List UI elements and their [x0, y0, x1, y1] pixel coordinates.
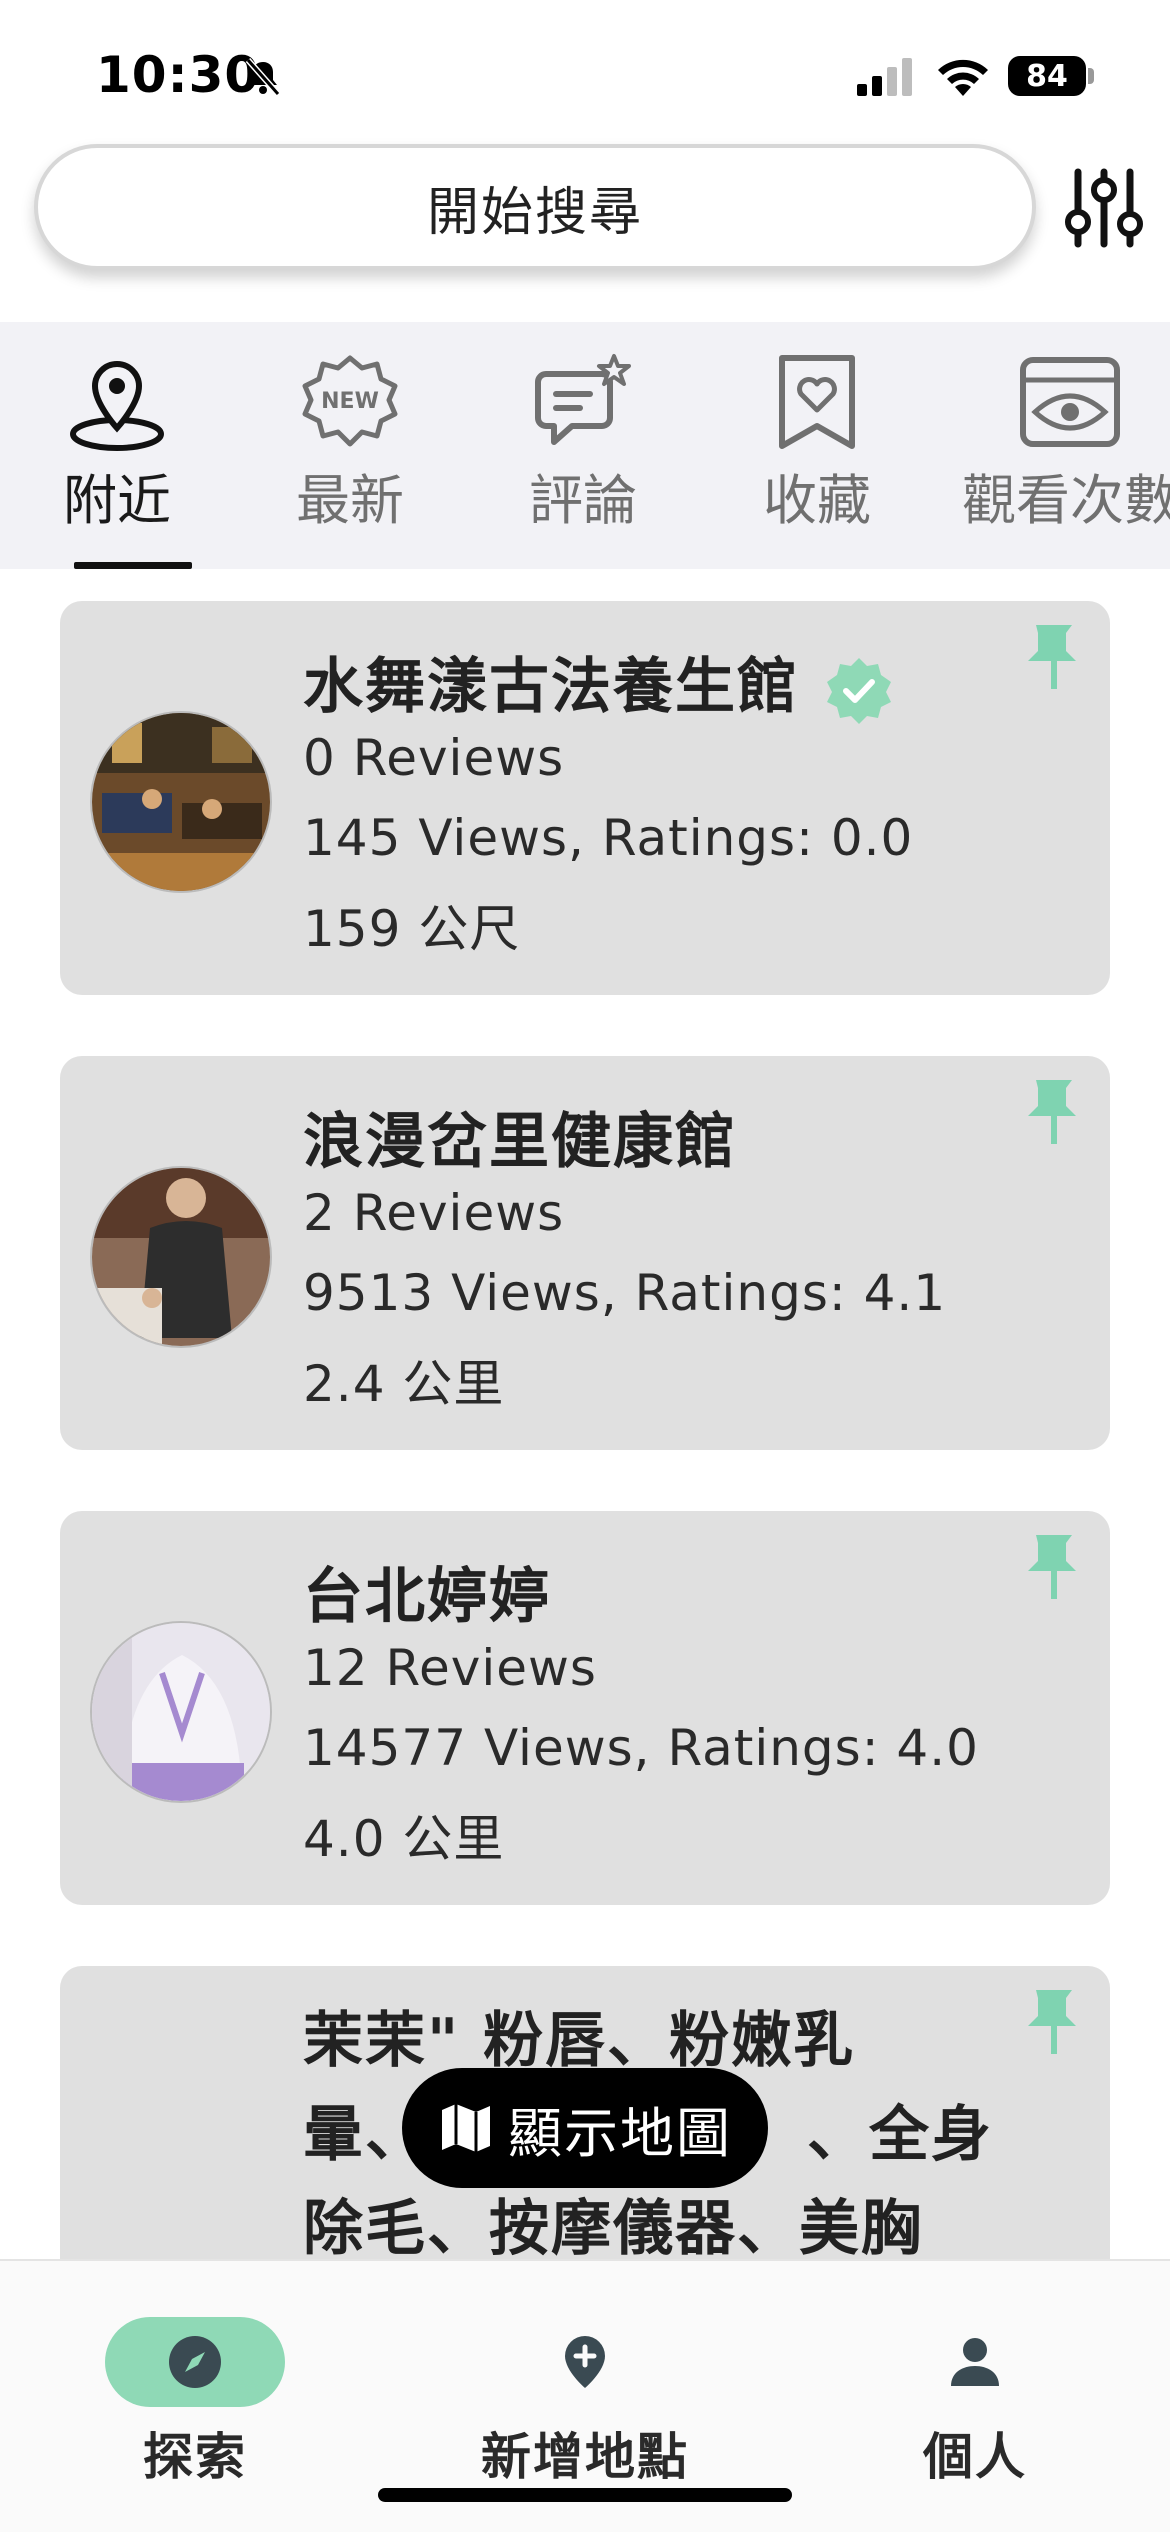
view-rating-stats: 9513 Views, Ratings: 4.1: [303, 1264, 947, 1322]
compass-icon: [169, 2336, 221, 2388]
map-icon: [442, 2104, 490, 2152]
place-avatar: [90, 711, 272, 893]
place-card[interactable]: 水舞漾古法養生館 0 Reviews 145 Views, Ratings: 0…: [60, 601, 1110, 995]
place-photo: [92, 713, 270, 891]
place-avatar: [90, 1621, 272, 1803]
view-rating-stats: 14577 Views, Ratings: 4.0: [303, 1719, 979, 1777]
nav-profile[interactable]: 個人: [825, 2317, 1125, 2489]
pin-icon[interactable]: [1028, 1986, 1080, 2056]
filter-button[interactable]: [1064, 166, 1144, 250]
tab-nearby[interactable]: 附近: [17, 352, 217, 552]
place-name: 水舞漾古法養生館: [303, 652, 799, 722]
place-list[interactable]: 水舞漾古法養生館 0 Reviews 145 Views, Ratings: 0…: [0, 569, 1170, 2259]
bookmark-heart-icon: [779, 355, 855, 449]
review-count: 2 Reviews: [303, 1184, 565, 1242]
tab-label: 收藏: [763, 469, 871, 532]
bell-muted-icon: [245, 58, 281, 96]
tab-label: 評論: [529, 469, 637, 532]
category-tabs: 附近 NEW 最新 評論 收藏 觀看次數: [0, 322, 1170, 569]
nav-label: 個人: [923, 2428, 1027, 2486]
place-photo: [92, 1623, 270, 1801]
place-card[interactable]: 浪漫岔里健康館 2 Reviews 9513 Views, Ratings: 4…: [60, 1056, 1110, 1450]
status-bar: 10:30 84: [0, 0, 1170, 140]
nav-label: 新增地點: [481, 2428, 689, 2486]
place-title: 浪漫岔里健康館: [303, 1092, 1063, 1192]
nav-add-place[interactable]: 新增地點: [435, 2317, 735, 2489]
review-count: 12 Reviews: [303, 1639, 597, 1697]
add-location-icon: [565, 2336, 605, 2388]
nav-icon-pill: [885, 2317, 1065, 2407]
tab-views[interactable]: 觀看次數: [950, 352, 1170, 552]
active-tab-indicator: [74, 562, 192, 569]
show-map-label: 顯示地圖: [508, 2101, 732, 2165]
tab-label: 觀看次數: [962, 469, 1170, 532]
pin-icon[interactable]: [1028, 1076, 1080, 1146]
verified-badge-icon: [827, 658, 891, 725]
search-input[interactable]: 開始搜尋: [34, 144, 1036, 270]
tab-reviews[interactable]: 評論: [483, 352, 683, 552]
battery-tip: [1088, 68, 1094, 84]
place-name-line: 除毛、按摩儀器、美胸: [303, 2194, 923, 2259]
distance: 4.0 公里: [303, 1810, 505, 1868]
pin-icon[interactable]: [1028, 621, 1080, 691]
tab-favorites[interactable]: 收藏: [717, 352, 917, 552]
place-card[interactable]: 台北婷婷 12 Reviews 14577 Views, Ratings: 4.…: [60, 1511, 1110, 1905]
tab-label: 附近: [63, 469, 171, 532]
tab-label: 最新: [296, 469, 404, 532]
place-name: 浪漫岔里健康館: [303, 1107, 737, 1177]
place-title: 台北婷婷: [303, 1547, 1063, 1647]
comment-star-icon: [535, 354, 631, 445]
place-avatar: [90, 1166, 272, 1348]
battery-indicator: 84: [1008, 56, 1086, 96]
review-count: 0 Reviews: [303, 729, 565, 787]
place-title: 水舞漾古法養生館: [303, 637, 1063, 737]
svg-text:NEW: NEW: [321, 389, 379, 414]
new-badge-icon: NEW: [302, 355, 398, 447]
show-map-button[interactable]: 顯示地圖: [402, 2068, 768, 2188]
home-indicator: [378, 2488, 792, 2502]
tab-newest[interactable]: NEW 最新: [250, 352, 450, 552]
distance: 2.4 公里: [303, 1355, 505, 1413]
nav-explore[interactable]: 探索: [45, 2317, 345, 2489]
wifi-icon: [938, 59, 988, 96]
nav-label: 探索: [143, 2428, 247, 2486]
status-time: 10:30: [96, 46, 261, 104]
distance: 159 公尺: [303, 900, 521, 958]
nav-icon-pill: [105, 2317, 285, 2407]
search-placeholder: 開始搜尋: [426, 182, 643, 243]
eye-icon: [1020, 357, 1120, 447]
place-photo: [92, 1168, 270, 1346]
view-rating-stats: 145 Views, Ratings: 0.0: [303, 809, 914, 867]
pin-icon[interactable]: [1028, 1531, 1080, 1601]
sliders-icon: [1065, 168, 1143, 248]
place-name: 台北婷婷: [303, 1562, 551, 1632]
person-icon: [951, 2338, 999, 2386]
nav-icon-pill: [495, 2317, 675, 2407]
cellular-signal-icon: [857, 58, 912, 96]
location-pin-icon: [70, 360, 164, 451]
